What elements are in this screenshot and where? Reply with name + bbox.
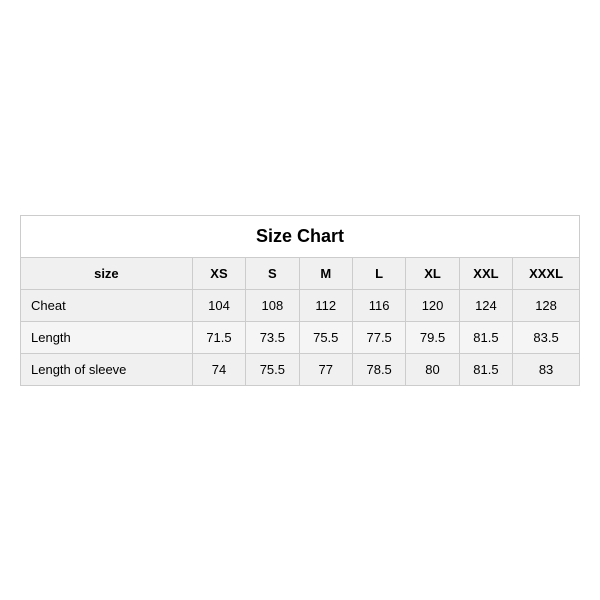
data-cell: 71.5	[192, 321, 245, 353]
data-cell: 116	[352, 289, 405, 321]
header-cell: XL	[406, 257, 459, 289]
size-chart-table: Size Chart sizeXSSMLXLXXLXXXL Cheat10410…	[20, 215, 580, 386]
header-cell: S	[246, 257, 299, 289]
data-cell: 104	[192, 289, 245, 321]
data-cell: 74	[192, 353, 245, 385]
data-cell: 112	[299, 289, 352, 321]
data-cell: 128	[513, 289, 580, 321]
row-label: Length of sleeve	[21, 353, 193, 385]
data-cell: 73.5	[246, 321, 299, 353]
data-cell: 77.5	[352, 321, 405, 353]
data-cell: 75.5	[299, 321, 352, 353]
data-cell: 81.5	[459, 321, 512, 353]
data-cell: 120	[406, 289, 459, 321]
data-cell: 77	[299, 353, 352, 385]
size-chart-container: Size Chart sizeXSSMLXLXXLXXXL Cheat10410…	[20, 215, 580, 386]
data-cell: 83.5	[513, 321, 580, 353]
data-cell: 83	[513, 353, 580, 385]
header-cell: XS	[192, 257, 245, 289]
data-cell: 79.5	[406, 321, 459, 353]
header-cell: XXXL	[513, 257, 580, 289]
header-cell: M	[299, 257, 352, 289]
table-row: Length of sleeve7475.57778.58081.583	[21, 353, 580, 385]
table-title: Size Chart	[21, 215, 580, 257]
header-row: sizeXSSMLXLXXLXXXL	[21, 257, 580, 289]
row-label: Length	[21, 321, 193, 353]
header-cell: XXL	[459, 257, 512, 289]
data-cell: 124	[459, 289, 512, 321]
row-label: Cheat	[21, 289, 193, 321]
data-cell: 78.5	[352, 353, 405, 385]
data-cell: 80	[406, 353, 459, 385]
header-cell: L	[352, 257, 405, 289]
data-cell: 75.5	[246, 353, 299, 385]
data-cell: 108	[246, 289, 299, 321]
title-row: Size Chart	[21, 215, 580, 257]
table-row: Cheat104108112116120124128	[21, 289, 580, 321]
table-row: Length71.573.575.577.579.581.583.5	[21, 321, 580, 353]
data-cell: 81.5	[459, 353, 512, 385]
header-cell: size	[21, 257, 193, 289]
